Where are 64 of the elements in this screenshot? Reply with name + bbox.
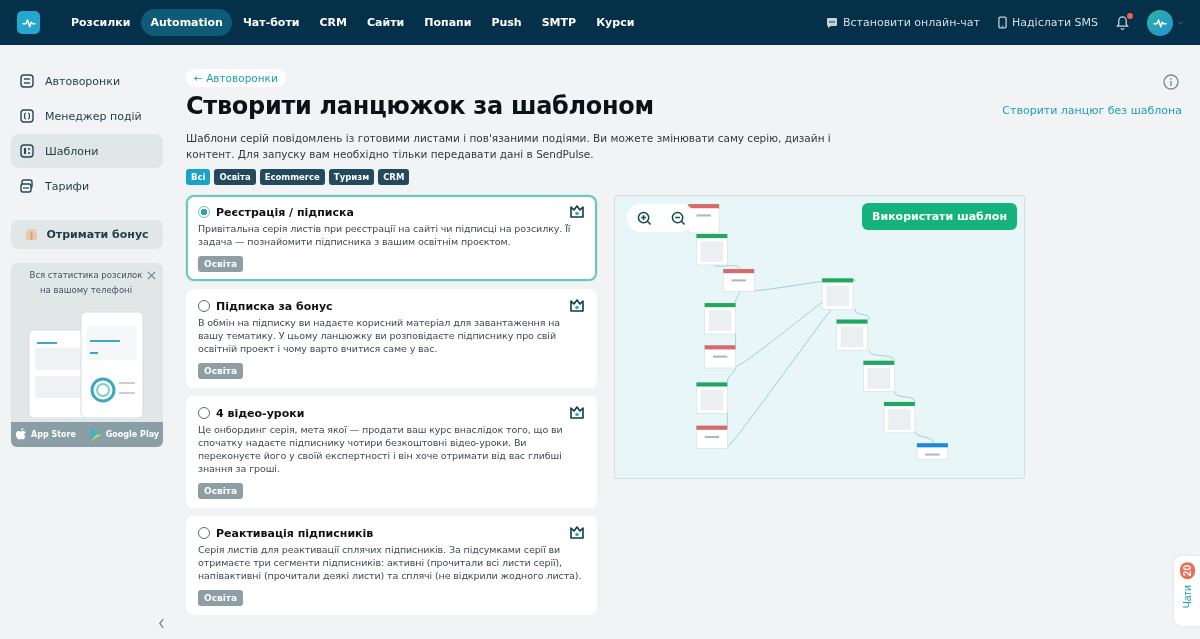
bonus-button[interactable]: Отримати бонус [11,220,163,249]
top-link[interactable]: Надіслати SMS [1012,16,1098,29]
info-icon [1163,74,1179,90]
cards-icon [19,178,35,194]
nav-tab[interactable]: Push [482,9,531,36]
phone-icon [998,16,1007,29]
gift-icon [25,228,39,241]
template-card[interactable] [186,396,597,508]
sidebar-item[interactable]: Менеджер подій [11,99,163,133]
template-title: 4 відео-уроки [216,406,306,420]
sidebar-item[interactable]: Тарифи [11,169,163,203]
caret-icon [1177,20,1184,25]
template-description: В обмін на підписку ви надаєте корисний матеріал для завантаження на вашу тематику. У цьому ланцюжку ви розповідаєте підписнику про свій освітній проект і чому варто вчитися саме у вас. [198,316,562,355]
template-description: Серія листів для реактивації сплячих підписників. За підсумками серії ви отримаєте три сегменти підписників: активні (прочитали всі листи серії), напівактивні (прочитали деякі листи) та сплячі (не відкрили жодного листа). [198,543,583,582]
zoom-out-icon [670,210,686,226]
avatar-icon[interactable] [1147,9,1173,36]
description: Шаблони серій повідомлень із готовими листами і пов'язаними подіями. Ви можете змінювати саму серію, дизайн і контент. Для запуску вам необхідно тільки передавати дані в SendPulse. [186,131,832,162]
braces-icon [19,108,35,124]
crown-icon [569,526,585,540]
nav-tab[interactable]: Сайти [358,9,414,36]
zoom-in-icon [636,210,652,226]
close-icon [147,271,156,280]
template-card[interactable] [186,516,597,615]
sidebar-item[interactable]: Автоворонки [11,64,163,98]
nav-tab[interactable]: Automation [141,9,232,36]
filter-chip[interactable]: Туризм [328,169,375,185]
collapse-icon [158,618,165,629]
bell-icon [1116,15,1129,30]
play-icon [89,427,103,442]
nav-tab[interactable]: Попапи [415,9,481,36]
radio-button[interactable] [198,206,210,218]
list-icon [19,73,35,89]
nav-tab[interactable]: SMTP [532,9,586,36]
chat-icon [825,16,838,29]
category-tag: Освіта [198,256,244,272]
filter-chip[interactable]: Освіта [214,169,256,185]
apple-icon [15,427,28,442]
logo-icon[interactable] [17,11,40,34]
nav-tab[interactable]: Курси [587,9,644,36]
nav-tab[interactable]: Чат-боти [233,9,309,36]
template-title: Реєстрація / підписка [216,205,355,219]
top-link[interactable]: Встановити онлайн-чат [842,16,980,29]
sidebar-item[interactable]: Шаблони [11,134,163,168]
nav-tab[interactable]: CRM [310,9,356,36]
template-title: Реактивація підписників [216,526,375,540]
page-title: Створити ланцюжок за шаблоном [186,92,654,120]
filter-chip[interactable]: Ecommerce [259,169,325,185]
template-card[interactable] [186,289,597,388]
chat-count-badge: 20 [1179,562,1195,580]
template-title: Підписка за бонус [216,299,334,313]
filter-chip[interactable]: CRM [378,169,410,185]
chats-label: Чати [1181,585,1193,609]
category-tag: Освіта [198,483,244,499]
nav-tab[interactable]: Розсилки [62,9,140,36]
category-tag: Освіта [198,590,244,606]
template-card[interactable]: Реєстрація / підписка Привітальна серія листів при реєстрації на сайті чи підписці на розсилку. Її задача — познайомити підписника з вашим освітнім проєктом. Освіта [186,195,597,281]
template-description: Привітальна серія листів при реєстрації на сайті чи підписці на розсилку. Її задача — познайомити підписника з вашим освітнім проєктом. [198,222,572,248]
promo-text: Вся статистика розсилок на вашому телефоні [28,269,144,297]
crown-icon [569,406,585,420]
crown-icon [569,205,585,219]
template-description: Це онбординг серія, мета якої — продати ваш курс внаслідок того, що ви спочатку надаєте підписнику чотири безкоштовні відео-уроки. Ви переконуєте його у своїй експертності і він хоче отримати від вас глибші знання за гроші. [198,423,564,475]
category-tag: Освіта [198,363,244,379]
template-icon [19,143,35,159]
crown-icon [569,299,585,313]
